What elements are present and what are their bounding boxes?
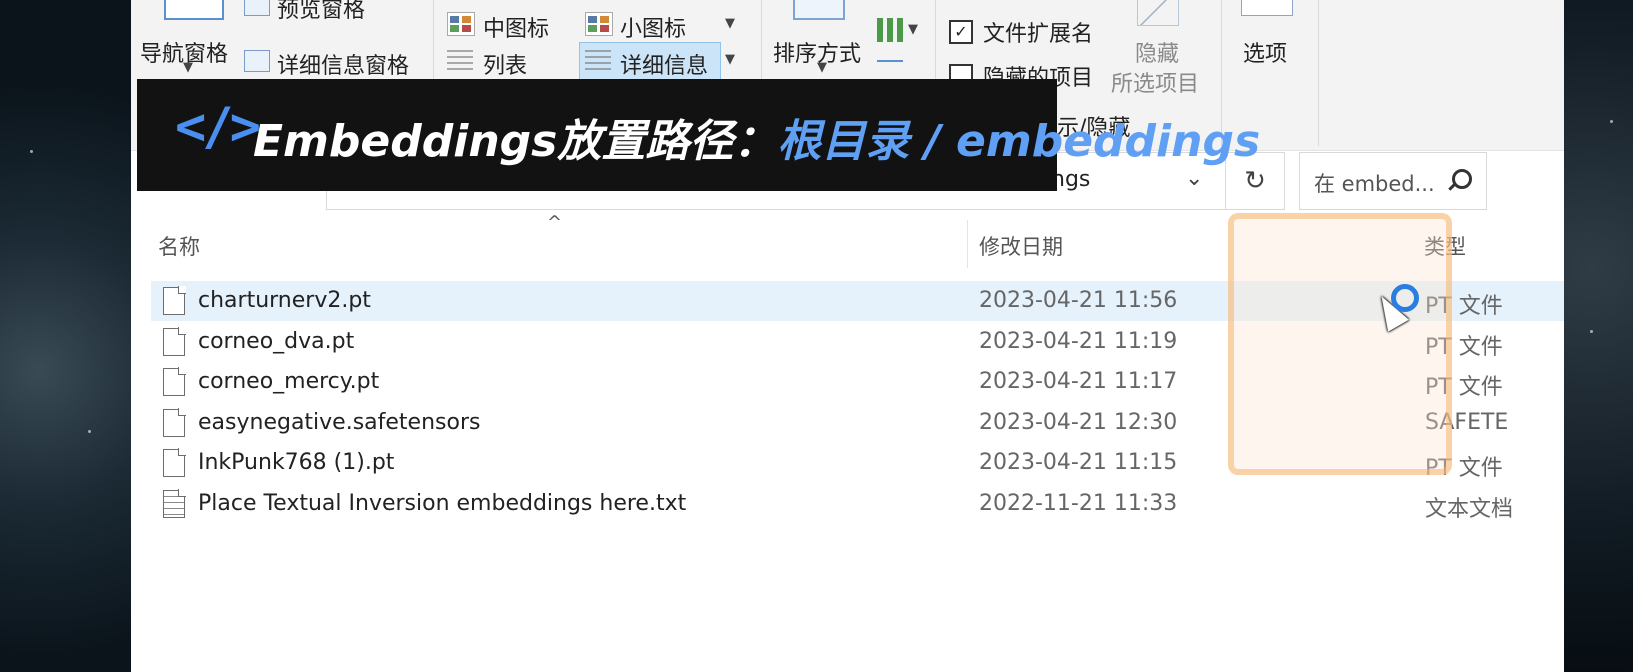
details-pane-icon [244, 50, 270, 72]
file-date: 2023-04-21 11:56 [979, 288, 1178, 313]
list-view-icon [447, 50, 473, 72]
chevron-down-icon[interactable]: ▼ [183, 60, 193, 75]
banner-label: Embeddings放置路径： [253, 116, 778, 167]
desktop-background-right [1564, 0, 1633, 672]
file-extensions-checkbox[interactable]: ✓ [949, 20, 973, 44]
sort-by-icon[interactable] [793, 0, 845, 20]
highlight-annotation [1228, 213, 1452, 475]
details-view-icon [585, 50, 611, 72]
navigation-pane-icon[interactable] [164, 0, 224, 20]
medium-icons-option[interactable]: 中图标 [483, 11, 549, 43]
small-icons-option[interactable]: 小图标 [620, 11, 686, 43]
search-input[interactable]: 在 embed... [1314, 168, 1435, 198]
column-divider[interactable] [967, 220, 968, 268]
selected-items-label[interactable]: 所选项目 [1111, 66, 1199, 98]
ribbon-separator [1318, 0, 1319, 146]
background-star [30, 150, 33, 153]
size-columns-icon[interactable] [877, 60, 903, 74]
chevron-down-icon[interactable]: ▼ [908, 22, 918, 37]
file-name: easynegative.safetensors [198, 410, 481, 435]
file-name: corneo_mercy.pt [198, 369, 380, 394]
hide-selected-icon[interactable] [1137, 0, 1179, 26]
sort-arrow-icon: ^ [547, 212, 563, 233]
file-type: 文本文档 [1425, 497, 1514, 522]
file-name: InkPunk768 (1).pt [198, 450, 395, 475]
list-view-option[interactable]: 列表 [483, 48, 527, 80]
file-icon [163, 448, 186, 477]
file-date: 2023-04-21 11:19 [979, 329, 1178, 354]
text-file-icon [163, 489, 186, 518]
preview-pane-button[interactable]: 预览窗格 [277, 0, 365, 24]
small-icons-icon [585, 12, 613, 36]
banner-path: 根目录 / embeddings [777, 116, 1261, 167]
options-button[interactable]: 选项 [1243, 36, 1287, 68]
file-name: corneo_dva.pt [198, 329, 355, 354]
chevron-down-icon[interactable]: ▼ [817, 60, 827, 75]
chevron-down-icon[interactable]: ▼ [725, 52, 735, 67]
file-name: charturnerv2.pt [198, 288, 371, 313]
file-icon [163, 327, 186, 356]
details-view-option[interactable]: 详细信息 [620, 48, 708, 80]
file-name: Place Textual Inversion embeddings here.… [198, 491, 687, 516]
chevron-down-icon[interactable]: ⌄ [1185, 166, 1203, 191]
hide-button[interactable]: 隐藏 [1135, 36, 1179, 68]
search-icon[interactable] [1452, 169, 1472, 189]
file-row[interactable]: Place Textual Inversion embeddings here.… [151, 484, 1564, 524]
file-icon [163, 286, 186, 315]
file-date: 2023-04-21 11:15 [979, 450, 1178, 475]
code-icon: </> [175, 97, 261, 157]
options-icon[interactable] [1241, 0, 1293, 16]
loading-spinner-icon [1391, 284, 1419, 312]
search-box[interactable]: 在 embed... [1299, 152, 1487, 210]
medium-icons-icon [447, 12, 475, 36]
background-star [88, 430, 91, 433]
file-extensions-label: 文件扩展名 [983, 22, 1094, 47]
add-columns-icon[interactable] [877, 18, 903, 42]
file-date: 2023-04-21 12:30 [979, 410, 1178, 435]
background-star [1590, 330, 1593, 333]
details-pane-button[interactable]: 详细信息窗格 [277, 48, 409, 80]
file-icon [163, 367, 186, 396]
file-date: 2023-04-21 11:17 [979, 369, 1178, 394]
file-icon [163, 408, 186, 437]
background-star [1610, 120, 1613, 123]
column-header-modified[interactable]: 修改日期 [979, 231, 1063, 261]
preview-pane-icon [244, 0, 270, 16]
file-date: 2022-11-21 11:33 [979, 491, 1178, 516]
chevron-down-icon[interactable]: ▼ [725, 16, 735, 31]
caption-banner: </> Embeddings放置路径：根目录 / embeddings [137, 79, 1260, 191]
desktop-background-left [0, 0, 131, 672]
banner-text: Embeddings放置路径：根目录 / embeddings [253, 105, 1260, 169]
column-header-name[interactable]: 名称 [158, 231, 200, 261]
